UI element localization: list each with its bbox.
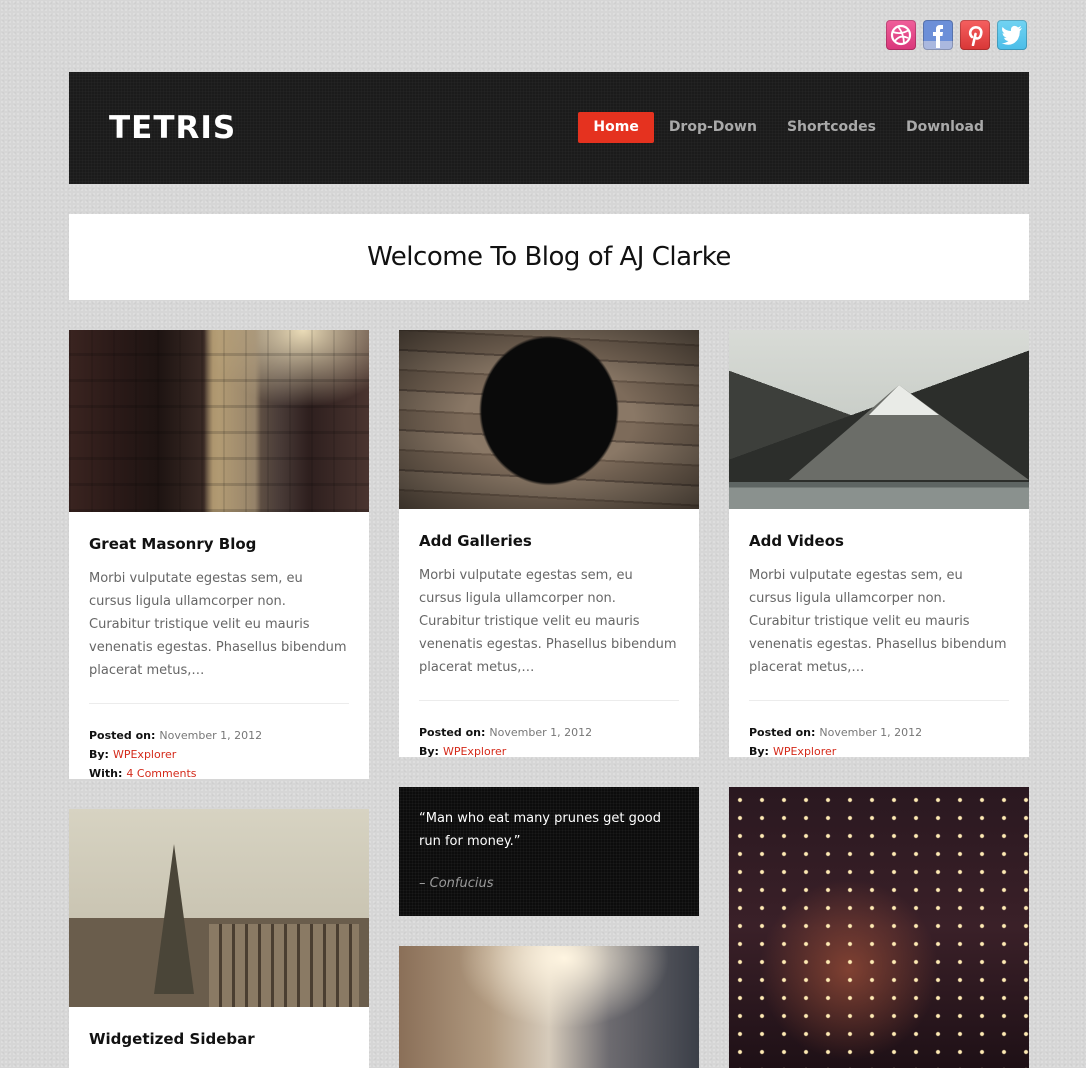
by-label: By: [419, 745, 439, 757]
by-label: By: [749, 745, 769, 757]
author-link[interactable]: WPExplorer [773, 745, 836, 757]
street-bicycles-photo[interactable] [399, 946, 699, 1068]
nav-home[interactable]: Home [578, 112, 654, 143]
post-excerpt: Morbi vulputate egestas sem, eu cursus l… [89, 571, 347, 678]
image-post-card [399, 946, 699, 1068]
post-title[interactable]: Add Videos [749, 532, 1009, 550]
divider [419, 700, 679, 701]
pinterest-link[interactable] [960, 20, 990, 50]
quote-author: – Confucius [419, 876, 494, 891]
quote-card: “Man who eat many prunes get good run fo… [399, 787, 699, 916]
site-header: TETRIS Home Drop-Down Shortcodes Downloa… [69, 72, 1029, 184]
dribbble-link[interactable] [886, 20, 916, 50]
city-buildings-photo[interactable] [69, 330, 369, 512]
post-title[interactable]: Great Masonry Blog [89, 535, 349, 553]
social-links [886, 20, 1027, 50]
post-title[interactable]: Widgetized Sidebar [89, 1030, 349, 1048]
posted-on-label: Posted on: [89, 729, 156, 742]
divider [89, 703, 349, 704]
welcome-banner: Welcome To Blog of AJ Clarke [69, 214, 1029, 300]
nav-download[interactable]: Download [891, 112, 999, 143]
nav-shortcodes[interactable]: Shortcodes [772, 112, 891, 143]
posted-on-label: Posted on: [419, 726, 486, 739]
pinterest-icon [968, 26, 983, 46]
post-meta: Posted on: November 1, 2012 By: WPExplorer [419, 723, 679, 757]
string-lights-alley-photo[interactable] [729, 787, 1029, 1068]
nav-drop-down[interactable]: Drop-Down [654, 112, 772, 143]
quote-text: “Man who eat many prunes get good run fo… [419, 811, 662, 849]
post-card: Widgetized Sidebar [69, 809, 369, 1068]
dribbble-icon [890, 24, 912, 46]
facebook-link[interactable] [923, 20, 953, 50]
post-excerpt: Morbi vulputate egestas sem, eu cursus l… [419, 568, 677, 675]
site-logo[interactable]: TETRIS [109, 110, 236, 146]
divider [749, 700, 1009, 701]
eiffel-tower-photo[interactable] [69, 809, 369, 1007]
post-meta: Posted on: November 1, 2012 By: WPExplorer… [89, 726, 349, 779]
facebook-icon [933, 25, 943, 48]
post-card: Add Galleries Morbi vulputate egestas se… [399, 330, 699, 757]
post-title[interactable]: Add Galleries [419, 532, 679, 550]
author-link[interactable]: WPExplorer [113, 748, 176, 761]
post-card: Add Videos Morbi vulputate egestas sem, … [729, 330, 1029, 757]
post-date: November 1, 2012 [159, 729, 263, 742]
author-link[interactable]: WPExplorer [443, 745, 506, 757]
by-label: By: [89, 748, 109, 761]
twitter-link[interactable] [997, 20, 1027, 50]
post-meta: Posted on: November 1, 2012 By: WPExplorer [749, 723, 1009, 757]
with-label: With: [89, 767, 123, 779]
mountain-photo[interactable] [729, 330, 1029, 509]
main-nav: Home Drop-Down Shortcodes Download [578, 112, 999, 143]
comments-link[interactable]: 4 Comments [126, 767, 196, 779]
post-date: November 1, 2012 [489, 726, 593, 739]
post-date: November 1, 2012 [819, 726, 923, 739]
twitter-icon [1001, 25, 1022, 45]
post-card: Great Masonry Blog Morbi vulputate egest… [69, 330, 369, 779]
posted-on-label: Posted on: [749, 726, 816, 739]
welcome-title: Welcome To Blog of AJ Clarke [367, 242, 731, 272]
image-post-card [729, 787, 1029, 1068]
post-excerpt: Morbi vulputate egestas sem, eu cursus l… [749, 568, 1007, 675]
black-dog-photo[interactable] [399, 330, 699, 509]
